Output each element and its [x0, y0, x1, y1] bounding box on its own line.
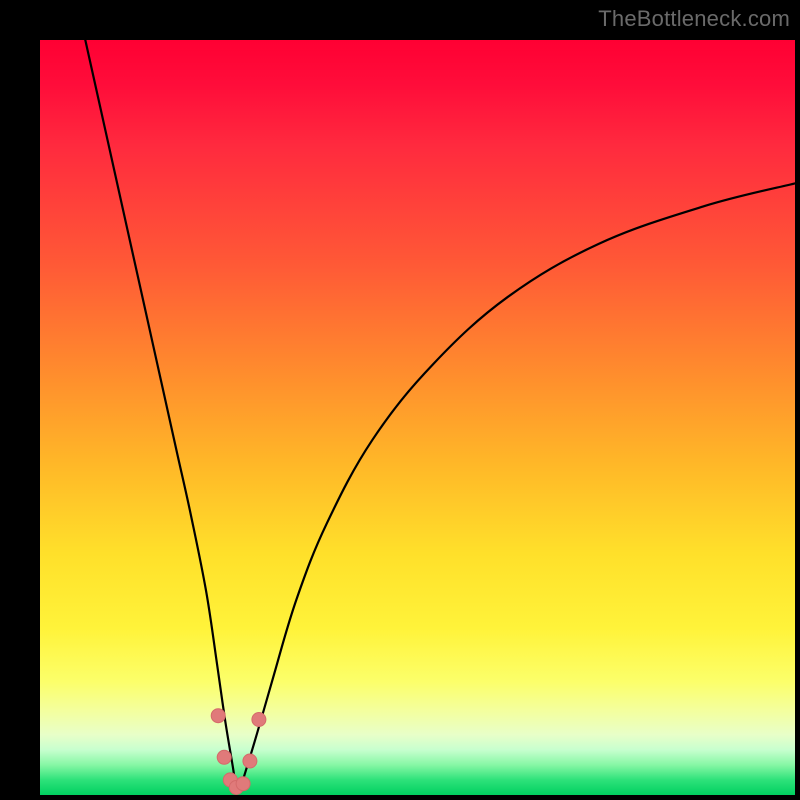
trough-marker	[243, 754, 257, 768]
bottleneck-curve	[85, 40, 795, 791]
chart-svg	[40, 40, 795, 795]
trough-marker	[217, 750, 231, 764]
trough-markers-group	[211, 709, 266, 795]
trough-marker	[236, 777, 250, 791]
trough-marker	[211, 709, 225, 723]
trough-marker	[252, 713, 266, 727]
watermark-text: TheBottleneck.com	[598, 6, 790, 32]
plot-area	[40, 40, 795, 795]
chart-frame: TheBottleneck.com	[0, 0, 800, 800]
